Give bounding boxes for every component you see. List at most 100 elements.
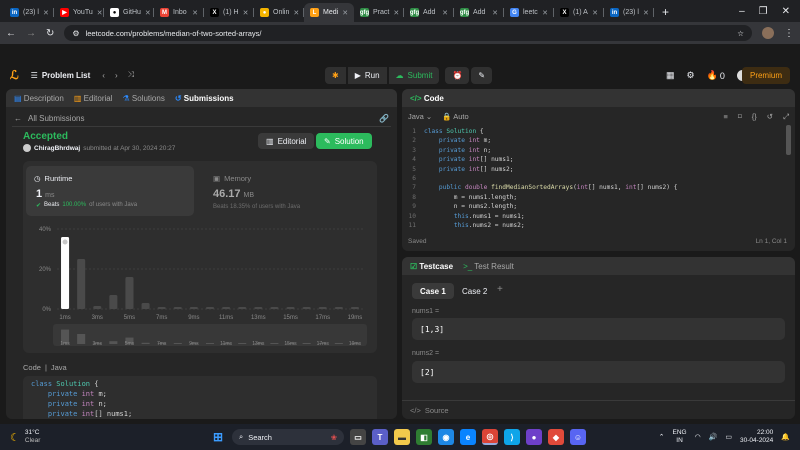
close-window-icon[interactable]: ✕ xyxy=(782,6,790,17)
new-tab-button[interactable]: + xyxy=(654,5,677,22)
chrome-menu-icon[interactable]: ⋮ xyxy=(784,28,794,39)
all-submissions-link[interactable]: All Submissions xyxy=(28,114,84,123)
case-2-tab[interactable]: Case 2 xyxy=(454,283,495,299)
editor-scrollbar[interactable] xyxy=(786,125,791,155)
reload-icon[interactable]: ↻ xyxy=(46,28,54,39)
tab-solutions[interactable]: ⚗ Solutions xyxy=(123,94,165,103)
browser-tab[interactable]: gfg Add ✕ xyxy=(454,3,504,22)
layout-grid-icon[interactable]: ▦ xyxy=(666,70,675,81)
tab-close-icon[interactable]: ✕ xyxy=(643,9,649,17)
auto-indicator[interactable]: 🔒 Auto xyxy=(442,112,468,121)
shuffle-icon[interactable]: ⤨ xyxy=(128,70,134,80)
braces-icon[interactable]: {} xyxy=(752,112,757,121)
notes-button[interactable]: ✎ xyxy=(471,67,493,84)
tab-submissions[interactable]: ↺ Submissions xyxy=(175,94,234,103)
file-explorer-icon[interactable]: ▬ xyxy=(394,429,410,445)
taskbar-search[interactable]: ⌕ Search ❀ xyxy=(232,429,344,445)
tab-editorial[interactable]: ▥ Editorial xyxy=(74,94,113,103)
runtime-distribution-chart[interactable]: 40% 20% 0% 1ms 3ms 5ms 7ms 9ms 11ms 13ms 15ms 17ms 1… xyxy=(23,223,377,351)
profile-avatar-icon[interactable] xyxy=(762,27,774,39)
tab-testcase[interactable]: ☑ Testcase xyxy=(410,262,453,271)
timer-button[interactable]: ⏰ xyxy=(445,67,470,84)
tab-close-icon[interactable]: ✕ xyxy=(43,9,49,17)
add-case-button[interactable]: + xyxy=(497,284,503,295)
problem-list-button[interactable]: ☰ Problem List xyxy=(31,71,91,80)
fullscreen-icon[interactable]: ⤢ xyxy=(783,112,789,122)
format-icon[interactable]: ≡ xyxy=(723,112,727,121)
browser-tab[interactable]: ● GitHu ✕ xyxy=(104,3,154,22)
browser-tab[interactable]: X (1) A ✕ xyxy=(554,3,604,22)
prev-problem-icon[interactable]: ‹ xyxy=(102,71,105,80)
tab-close-icon[interactable]: ✕ xyxy=(542,9,548,17)
link-icon[interactable]: 🔗 xyxy=(379,114,389,123)
wifi-icon[interactable]: ◠ xyxy=(695,433,701,441)
forward-icon[interactable]: → xyxy=(26,28,36,39)
case-1-tab[interactable]: Case 1 xyxy=(412,283,454,299)
battery-icon[interactable]: ▭ xyxy=(725,433,732,441)
minimize-icon[interactable]: – xyxy=(739,6,745,17)
store-icon[interactable]: ◧ xyxy=(416,429,432,445)
leetcode-logo-icon[interactable]: ℒ xyxy=(10,68,19,82)
vscode-icon[interactable]: ⟩ xyxy=(504,429,520,445)
reset-icon[interactable]: ↺ xyxy=(767,112,773,121)
app-icon[interactable]: ◉ xyxy=(438,429,454,445)
editor-code-area[interactable]: 1 class Solution {2 private int m; 3 priva… xyxy=(402,128,787,231)
tab-close-icon[interactable]: ✕ xyxy=(342,9,348,17)
tab-description[interactable]: ▤ Description xyxy=(14,94,64,103)
bookmark-star-icon[interactable]: ☆ xyxy=(737,29,744,38)
notification-bell-icon[interactable]: 🔔 xyxy=(781,433,790,441)
github-desktop-icon[interactable]: ● xyxy=(526,429,542,445)
next-problem-icon[interactable]: › xyxy=(115,71,118,80)
windows-start-icon[interactable]: ⊞ xyxy=(210,429,226,445)
memory-card[interactable]: ▣ Memory 46.17 MB Beats 18.35% of users w… xyxy=(203,166,373,216)
teams-icon[interactable]: T xyxy=(372,429,388,445)
settings-gear-icon[interactable]: ⚙ xyxy=(687,70,695,81)
browser-tab[interactable]: Gleetc ✕ xyxy=(504,3,554,22)
url-field[interactable]: ⚙ leetcode.com/problems/median-of-two-so… xyxy=(64,25,752,41)
chrome-icon[interactable]: ◎ xyxy=(482,429,498,445)
source-link[interactable]: </> Source xyxy=(410,406,449,415)
nums2-input[interactable]: [2] xyxy=(412,361,785,383)
browser-tab[interactable]: in (23) l ✕ xyxy=(4,3,54,22)
runtime-card[interactable]: ◷ Runtime 1 ms ✔ Beats 100.00% of users w… xyxy=(26,166,194,216)
site-info-icon[interactable]: ⚙ xyxy=(72,29,79,38)
browser-tab[interactable]: gfg Add ✕ xyxy=(404,3,454,22)
tab-close-icon[interactable]: ✕ xyxy=(592,9,598,17)
back-arrow-icon[interactable]: ← xyxy=(14,114,22,123)
task-view-icon[interactable]: ▭ xyxy=(350,429,366,445)
tab-close-icon[interactable]: ✕ xyxy=(393,9,399,17)
back-icon[interactable]: ← xyxy=(6,28,16,39)
chevron-up-icon[interactable]: ⌃ xyxy=(659,433,665,441)
submit-button[interactable]: ☁ Submit xyxy=(388,67,440,84)
bookmark-icon[interactable]: ⌑ xyxy=(738,112,742,121)
app-red-icon[interactable]: ◆ xyxy=(548,429,564,445)
browser-tab[interactable]: L Medi ✕ xyxy=(304,3,354,22)
discord-icon[interactable]: ☺ xyxy=(570,429,586,445)
editorial-button[interactable]: ▥ Editorial xyxy=(258,133,315,149)
tab-close-icon[interactable]: ✕ xyxy=(97,9,103,17)
nums1-input[interactable]: [1,3] xyxy=(412,318,785,340)
tab-close-icon[interactable]: ✕ xyxy=(192,9,198,17)
streak-fire-button[interactable]: 🔥 0 xyxy=(707,70,725,81)
tab-close-icon[interactable]: ✕ xyxy=(492,9,498,17)
tab-close-icon[interactable]: ✕ xyxy=(442,9,448,17)
weather-widget[interactable]: ☾ 31°C Clear xyxy=(0,429,210,445)
tab-close-icon[interactable]: ✕ xyxy=(293,9,299,17)
browser-tab[interactable]: X (1) H ✕ xyxy=(204,3,254,22)
tab-close-icon[interactable]: ✕ xyxy=(243,9,249,17)
input-language[interactable]: ENG IN xyxy=(672,429,686,445)
browser-tab[interactable]: in (23) l ✕ xyxy=(604,3,654,22)
premium-button[interactable]: Premium xyxy=(741,67,790,84)
volume-icon[interactable]: 🔊 xyxy=(709,433,718,441)
debug-button[interactable]: ✱ xyxy=(325,67,346,84)
solution-button[interactable]: ✎ Solution xyxy=(316,133,372,149)
language-select[interactable]: Java ⌄ xyxy=(408,112,432,121)
clock[interactable]: 22:00 30-04-2024 xyxy=(740,429,773,445)
edge-icon[interactable]: e xyxy=(460,429,476,445)
run-button[interactable]: ▶ Run xyxy=(347,67,387,84)
username[interactable]: ChiragBhrdwaj xyxy=(34,145,80,152)
browser-tab[interactable]: ● Onlin ✕ xyxy=(254,3,304,22)
code-preview[interactable]: class Solution { private int m; private … xyxy=(23,376,377,419)
maximize-icon[interactable]: ❐ xyxy=(759,6,768,17)
tab-test-result[interactable]: >_ Test Result xyxy=(463,262,514,271)
